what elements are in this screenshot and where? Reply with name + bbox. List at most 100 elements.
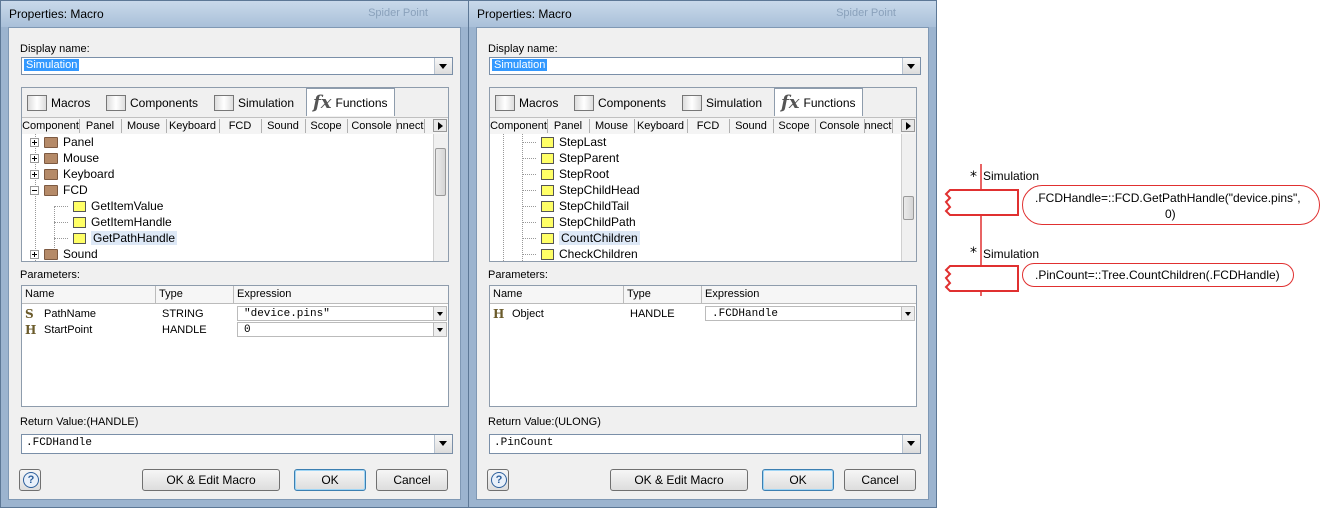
column-name[interactable]: Name — [493, 288, 522, 300]
tree-item-label: CountChildren — [559, 231, 640, 245]
tree-item[interactable]: Panel — [30, 134, 94, 150]
param-expression-field[interactable]: 0 — [237, 322, 447, 337]
scrollbar-thumb[interactable] — [903, 196, 914, 220]
chevron-down-icon[interactable] — [902, 58, 920, 74]
tree-item[interactable]: Mouse — [30, 150, 99, 166]
subtab-keyboard[interactable]: Keyboard — [166, 119, 220, 133]
tab-components[interactable]: Components — [574, 90, 666, 116]
subtab-mouse[interactable]: Mouse — [121, 119, 167, 133]
column-type[interactable]: Type — [159, 288, 183, 300]
expand-icon[interactable] — [30, 169, 39, 179]
subtab-mouse[interactable]: Mouse — [589, 119, 635, 133]
subtab-connect[interactable]: nnect — [864, 119, 893, 133]
chevron-down-icon[interactable] — [434, 58, 452, 74]
subtab-console[interactable]: Console — [815, 119, 865, 133]
expand-icon[interactable] — [30, 249, 39, 259]
display-name-combo[interactable]: Simulation — [489, 57, 921, 75]
tree-item[interactable]: StepLast — [522, 134, 606, 150]
tree-item[interactable]: StepParent — [522, 150, 619, 166]
title-bar[interactable]: Properties: Macro Spider Point — [1, 1, 468, 27]
param-expression[interactable]: "device.pins" — [244, 308, 330, 320]
subtab-scope[interactable]: Scope — [305, 119, 348, 133]
chevron-down-icon[interactable] — [901, 307, 914, 320]
subtab-connect[interactable]: nnect — [396, 119, 425, 133]
ok-button[interactable]: OK — [762, 469, 834, 491]
tree-item[interactable]: Sound — [30, 246, 98, 261]
scrollbar-thumb[interactable] — [435, 148, 446, 196]
tab-functions[interactable]: fx Functions — [774, 88, 863, 116]
help-button[interactable]: ? — [487, 469, 509, 491]
subtab-sound[interactable]: Sound — [729, 119, 774, 133]
tree-item[interactable]: StepChildPath — [522, 214, 636, 230]
fx-icon: fx — [781, 92, 800, 113]
subtab-scope[interactable]: Scope — [773, 119, 816, 133]
chevron-down-icon[interactable] — [433, 307, 446, 320]
tab-macros[interactable]: Macros — [495, 90, 558, 116]
display-name-combo[interactable]: Simulation — [21, 57, 453, 75]
display-name-value[interactable]: Simulation — [492, 59, 548, 71]
tree-item[interactable]: StepChildHead — [522, 182, 640, 198]
return-value-combo[interactable]: .PinCount — [489, 434, 921, 454]
tree-item-selected[interactable]: GetPathHandle — [54, 230, 178, 246]
subtab-fcd[interactable]: FCD — [687, 119, 730, 133]
column-expression[interactable]: Expression — [705, 288, 759, 300]
call-text-line1: .FCDHandle=::FCD.GetPathHandle("device.p… — [1035, 191, 1301, 205]
tab-simulation[interactable]: Simulation — [682, 90, 762, 116]
return-value[interactable]: .FCDHandle — [26, 437, 92, 449]
tree-item[interactable]: GetItemHandle — [54, 214, 172, 230]
tree-item[interactable]: GetItemValue — [54, 198, 163, 214]
tree-item[interactable]: CheckChildren — [522, 246, 638, 261]
return-value-combo[interactable]: .FCDHandle — [21, 434, 453, 454]
expand-icon[interactable] — [30, 137, 39, 147]
title-bar[interactable]: Properties: Macro Spider Point — [469, 1, 936, 27]
function-icon — [541, 248, 554, 260]
tree-scrollbar[interactable] — [901, 134, 916, 261]
subtab-component[interactable]: Component — [22, 119, 80, 133]
column-type[interactable]: Type — [627, 288, 651, 300]
column-expression[interactable]: Expression — [237, 288, 291, 300]
param-expression-field[interactable]: .FCDHandle — [705, 306, 915, 321]
display-name-value[interactable]: Simulation — [24, 59, 80, 71]
subtab-panel[interactable]: Panel — [79, 119, 122, 133]
column-name[interactable]: Name — [25, 288, 54, 300]
subtab-panel[interactable]: Panel — [547, 119, 590, 133]
tree-item-selected[interactable]: CountChildren — [522, 230, 640, 246]
table-row[interactable]: H Object HANDLE .FCDHandle — [490, 306, 916, 322]
expand-icon[interactable] — [30, 153, 39, 163]
chevron-right-icon[interactable] — [433, 119, 447, 132]
tab-functions-label: Functions — [803, 95, 856, 110]
subtab-keyboard[interactable]: Keyboard — [634, 119, 688, 133]
tree-connector — [522, 157, 536, 159]
chevron-right-icon[interactable] — [901, 119, 915, 132]
cancel-button[interactable]: Cancel — [844, 469, 916, 491]
tree-item[interactable]: Keyboard — [30, 166, 114, 182]
help-button[interactable]: ? — [19, 469, 41, 491]
subtab-sound[interactable]: Sound — [261, 119, 306, 133]
chevron-down-icon[interactable] — [902, 435, 920, 453]
tree-item[interactable]: StepChildTail — [522, 198, 629, 214]
ok-button[interactable]: OK — [294, 469, 366, 491]
table-row[interactable]: H StartPoint HANDLE 0 — [22, 322, 448, 338]
param-expression-field[interactable]: "device.pins" — [237, 306, 447, 321]
ok-edit-macro-button[interactable]: OK & Edit Macro — [142, 469, 280, 491]
return-value[interactable]: .PinCount — [494, 437, 553, 449]
subtab-fcd[interactable]: FCD — [219, 119, 262, 133]
chevron-down-icon[interactable] — [433, 323, 446, 336]
collapse-icon[interactable] — [30, 185, 39, 195]
tree-item[interactable]: FCD — [30, 182, 88, 198]
tab-simulation[interactable]: Simulation — [214, 90, 294, 116]
chevron-down-icon[interactable] — [434, 435, 452, 453]
tab-components[interactable]: Components — [106, 90, 198, 116]
tree-item[interactable]: StepRoot — [522, 166, 609, 182]
cancel-button[interactable]: Cancel — [376, 469, 448, 491]
subtab-console[interactable]: Console — [347, 119, 397, 133]
table-row[interactable]: S PathName STRING "device.pins" — [22, 306, 448, 322]
param-expression[interactable]: .FCDHandle — [712, 308, 778, 320]
ok-edit-macro-button[interactable]: OK & Edit Macro — [610, 469, 748, 491]
subtab-component[interactable]: Component — [490, 119, 548, 133]
block-label: Simulation — [983, 169, 1040, 183]
param-expression[interactable]: 0 — [244, 324, 251, 336]
tab-macros[interactable]: Macros — [27, 90, 90, 116]
tab-functions[interactable]: fx Functions — [306, 88, 395, 116]
tree-scrollbar[interactable] — [433, 134, 448, 261]
